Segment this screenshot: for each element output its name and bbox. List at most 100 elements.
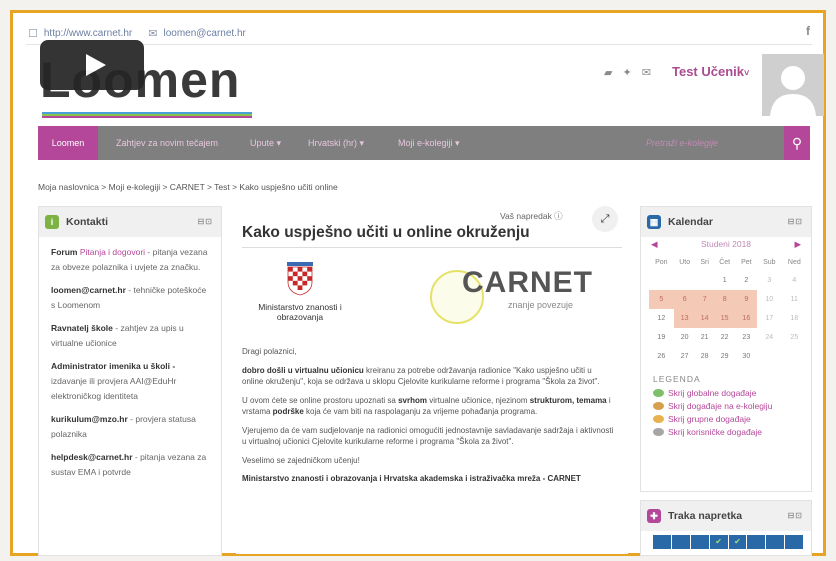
contacts-header: i Kontakti ⊟⊡ <box>39 207 221 237</box>
calendar-header: ▦ Kalendar ⊟⊡ <box>641 207 811 237</box>
calendar-day[interactable]: 9 <box>735 290 757 309</box>
calendar-day[interactable]: 20 <box>674 328 696 347</box>
course-search-input[interactable]: Pretraži e-kolegije <box>642 132 792 154</box>
calendar-day[interactable]: 29 <box>714 347 736 366</box>
calendar-day[interactable]: 17 <box>757 309 782 328</box>
nav-home[interactable]: Loomen <box>38 126 98 160</box>
messages-icon[interactable]: ▰ <box>604 66 612 79</box>
notifications-icon[interactable]: ✦ <box>622 66 631 79</box>
facebook-icon[interactable]: f <box>806 24 810 38</box>
calendar-day[interactable]: 24 <box>757 328 782 347</box>
welcome-text: Dragi polaznici, dobro došli u virtualnu… <box>242 346 614 492</box>
calendar-day[interactable]: 10 <box>757 290 782 309</box>
progress-cell[interactable] <box>690 535 709 549</box>
calendar-day[interactable]: 13 <box>673 309 696 328</box>
contact-item: kurikulum@mzo.hr - provjera statusa pola… <box>51 412 209 442</box>
legend-label: Skrij korisničke događaje <box>668 427 763 437</box>
calendar-day[interactable]: 4 <box>782 271 807 290</box>
top-links: ☐ http://www.carnet.hr ✉ loomen@carnet.h… <box>28 26 246 40</box>
nav-instructions[interactable]: Upute ▾ <box>250 126 281 160</box>
puzzle-icon: ✚ <box>647 509 661 523</box>
progress-cell[interactable] <box>747 535 766 549</box>
top-divider <box>26 44 812 45</box>
nav-my-courses[interactable]: Moji e-kolegiji ▾ <box>398 126 460 160</box>
calendar-icon: ▦ <box>647 215 661 229</box>
breadcrumb[interactable]: Moja naslovnica > Moji e-kolegiji > CARN… <box>38 182 338 192</box>
support-email-link[interactable]: loomen@carnet.hr <box>163 28 245 39</box>
ministry-name: Ministarstvo znanosti i obrazovanja <box>258 302 342 322</box>
progress-label: Vaš napredak ⓘ <box>500 211 563 221</box>
search-button[interactable]: ⚲ <box>784 126 810 160</box>
legend-global-events[interactable]: Skrij globalne događaje <box>653 388 811 398</box>
calendar-day[interactable]: 1 <box>714 271 736 290</box>
contacts-panel: i Kontakti ⊟⊡ Forum Pitanja i dogovori -… <box>38 206 222 556</box>
calendar-day[interactable]: 3 <box>757 271 782 290</box>
legend-course-events[interactable]: Skrij događaje na e-kolegiju <box>653 401 811 411</box>
weekday: Sub <box>763 259 776 266</box>
calendar-day[interactable]: 23 <box>736 328 757 347</box>
month-label[interactable]: Studeni 2018 <box>701 239 751 250</box>
progress-header: ✚ Traka napretka ⊟⊡ <box>641 501 811 531</box>
weekday: Pet <box>741 259 752 266</box>
nav-new-course-request[interactable]: Zahtjev za novim tečajem <box>116 126 218 160</box>
legend-group-events[interactable]: Skrij grupne događaje <box>653 414 811 424</box>
calendar-day[interactable]: 5 <box>649 290 674 309</box>
calendar-day[interactable]: 21 <box>696 328 714 347</box>
block-controls-icon[interactable]: ⊟⊡ <box>788 217 803 226</box>
legend-user-events[interactable]: Skrij korisničke događaje <box>653 427 811 437</box>
calendar-week: 19 20 21 22 23 24 25 <box>649 328 807 347</box>
main-navbar: Loomen Zahtjev za novim tečajem Upute ▾ … <box>38 126 810 160</box>
block-controls-icon[interactable]: ⊟⊡ <box>788 511 803 520</box>
user-menu[interactable]: Test Učenik˅ <box>672 64 749 79</box>
paragraph: Vjerujemo da će vam sudjelovanje na radi… <box>242 425 614 447</box>
eye-icon <box>653 402 664 410</box>
contacts-title: Kontakti <box>66 216 108 228</box>
site-url-link[interactable]: http://www.carnet.hr <box>44 28 132 39</box>
avatar[interactable] <box>762 54 824 116</box>
calendar-day[interactable]: 7 <box>695 290 714 309</box>
contact-item: Ravnatelj škole - zahtjev za upis u virt… <box>51 321 209 351</box>
calendar-day[interactable]: 8 <box>713 290 736 309</box>
prev-month-icon[interactable]: ◀ <box>651 239 658 250</box>
contact-item: Administrator imenika u školi - izdavanj… <box>51 359 209 404</box>
progress-cell[interactable] <box>785 535 803 549</box>
calendar-day[interactable]: 28 <box>696 347 714 366</box>
video-play-button[interactable] <box>40 40 144 90</box>
calendar-day[interactable]: 18 <box>782 309 807 328</box>
progress-cell[interactable] <box>671 535 690 549</box>
bold-text: Ministarstvo znanosti i obrazovanja i Hr… <box>242 474 581 483</box>
weekday: Čet <box>719 259 731 266</box>
progress-cell[interactable] <box>653 535 671 549</box>
bold-text: svrhom <box>398 395 427 405</box>
month-nav: ◀ Studeni 2018 ▶ <box>651 239 801 250</box>
eye-icon <box>653 428 664 436</box>
nav-language[interactable]: Hrvatski (hr) ▾ <box>308 126 364 160</box>
calendar-day[interactable]: 27 <box>674 347 696 366</box>
mail-icon[interactable]: ✉ <box>642 66 651 79</box>
calendar-day[interactable]: 2 <box>736 271 757 290</box>
info-icon: i <box>45 215 59 229</box>
calendar-day[interactable]: 26 <box>649 347 674 366</box>
weekday: Uto <box>679 259 691 266</box>
calendar-day[interactable]: 12 <box>649 309 674 328</box>
next-month-icon[interactable]: ▶ <box>794 239 801 250</box>
calendar-day[interactable]: 22 <box>714 328 736 347</box>
calendar-day[interactable]: 25 <box>782 328 807 347</box>
calendar-day[interactable]: 11 <box>782 290 807 309</box>
check-icon[interactable]: ✔ <box>728 535 747 549</box>
calendar-day[interactable]: 30 <box>736 347 757 366</box>
weekday: Ned <box>787 259 801 266</box>
chevron-down-icon: ˅ <box>744 68 750 78</box>
calendar-day[interactable]: 16 <box>735 309 757 328</box>
calendar-day[interactable]: 14 <box>695 309 714 328</box>
forum-link[interactable]: Pitanja i dogovori <box>80 247 145 257</box>
calendar-day[interactable]: 19 <box>649 328 674 347</box>
search-icon: ⚲ <box>791 135 803 151</box>
check-icon[interactable]: ✔ <box>709 535 728 549</box>
block-controls-icon[interactable]: ⊟⊡ <box>198 217 213 226</box>
eye-icon <box>653 415 664 423</box>
calendar-day[interactable]: 6 <box>673 290 696 309</box>
progress-cell[interactable] <box>766 535 785 549</box>
calendar-week: 12 13 14 15 16 17 18 <box>649 309 807 328</box>
calendar-day[interactable]: 15 <box>713 309 736 328</box>
